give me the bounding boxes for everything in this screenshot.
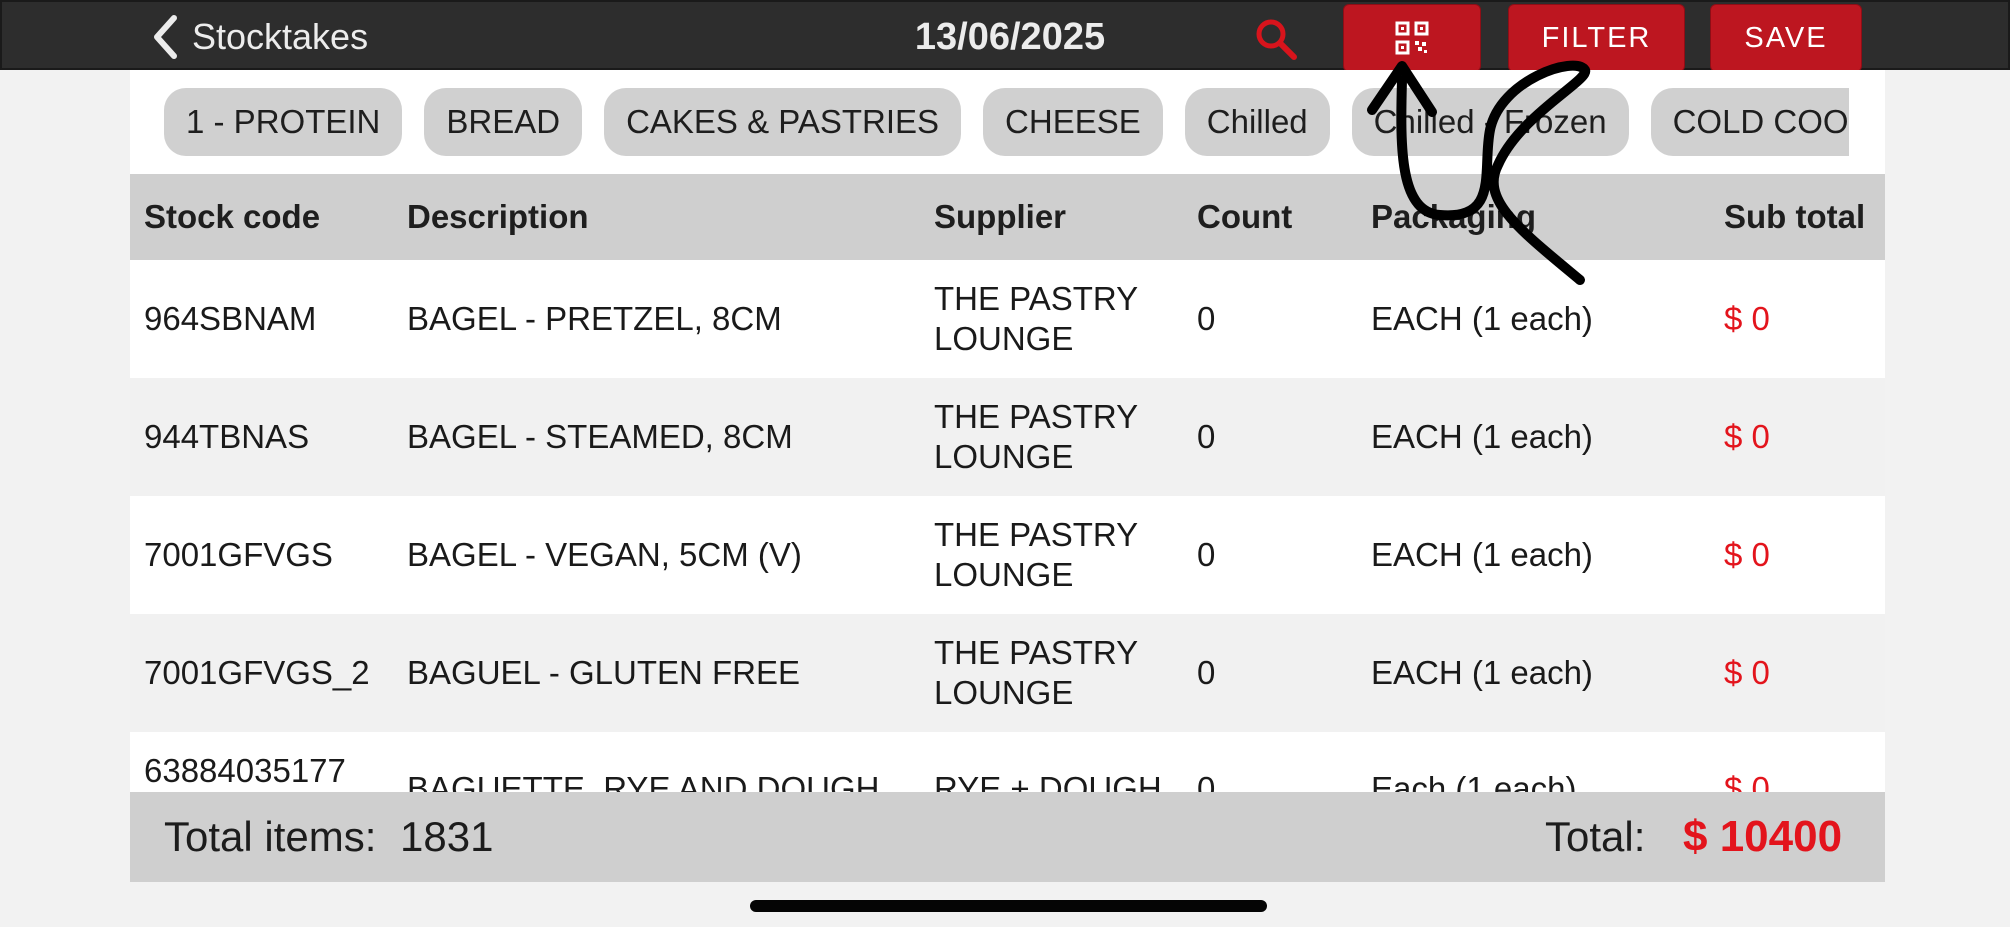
category-chip-chilled-frozen[interactable]: Chilled - Frozen bbox=[1351, 88, 1629, 156]
category-chips: 1 - PROTEIN BREAD CAKES & PASTRIES CHEES… bbox=[164, 88, 1849, 156]
header-supplier[interactable]: Supplier bbox=[934, 174, 1066, 260]
description-cell: BAGUEL - GLUTEN FREE bbox=[407, 654, 801, 691]
count-cell[interactable]: 0 bbox=[1197, 378, 1215, 496]
category-chip-cheese[interactable]: CHEESE bbox=[983, 88, 1163, 156]
count-cell[interactable]: 0 bbox=[1197, 260, 1215, 378]
description-cell: BAGUETTE, RYE AND DOUGH bbox=[407, 770, 880, 792]
count-cell[interactable]: 0 bbox=[1197, 732, 1215, 792]
table-header: Stock code Description Supplier Count Pa… bbox=[130, 174, 1885, 260]
count-cell[interactable]: 0 bbox=[1197, 496, 1215, 614]
totals-footer: Total items: 1831 Total: $ 10400 bbox=[130, 792, 1885, 882]
table-row[interactable]: 7001GFVGS_2 BAGUEL - GLUTEN FREE THE PAS… bbox=[130, 614, 1885, 732]
table-row[interactable]: 944TBNAS BAGEL - STEAMED, 8CM THE PASTRY… bbox=[130, 378, 1885, 496]
packaging-cell: EACH (1 each) bbox=[1371, 418, 1593, 455]
table-row[interactable]: 63884035177 BAGUETTE, RYE AND DOUGH RYE … bbox=[130, 732, 1885, 792]
description-cell: BAGEL - VEGAN, 5CM (V) bbox=[407, 536, 802, 573]
count-cell[interactable]: 0 bbox=[1197, 614, 1215, 732]
table-row[interactable]: 964SBNAM BAGEL - PRETZEL, 8CM THE PASTRY… bbox=[130, 260, 1885, 378]
sub-total-cell: $ 0 bbox=[1724, 654, 1770, 691]
sub-total-cell: $ 0 bbox=[1724, 536, 1770, 573]
header-sub-total[interactable]: Sub total bbox=[1724, 174, 1865, 260]
stocktake-date: 13/06/2025 bbox=[914, 16, 1106, 58]
back-button[interactable]: Stocktakes bbox=[144, 12, 368, 62]
total-items-value: 1831 bbox=[400, 813, 494, 860]
total-label: Total: bbox=[1545, 813, 1646, 860]
category-chip-bread[interactable]: BREAD bbox=[424, 88, 583, 156]
header-description[interactable]: Description bbox=[407, 174, 589, 260]
packaging-cell: EACH (1 each) bbox=[1371, 654, 1593, 691]
stock-table[interactable]: 964SBNAM BAGEL - PRETZEL, 8CM THE PASTRY… bbox=[130, 260, 1885, 792]
packaging-cell: Each (1 each) bbox=[1371, 770, 1577, 792]
packaging-cell: EACH (1 each) bbox=[1371, 536, 1593, 573]
filter-button[interactable]: FILTER bbox=[1508, 4, 1685, 72]
search-icon[interactable] bbox=[1252, 15, 1300, 63]
stock-code-cell: 964SBNAM bbox=[144, 300, 317, 337]
supplier-cell: THE PASTRY LOUNGE bbox=[934, 634, 1138, 711]
stock-code-cell: 63884035177 bbox=[144, 752, 346, 789]
stock-code-cell: 7001GFVGS bbox=[144, 536, 333, 573]
supplier-cell: THE PASTRY LOUNGE bbox=[934, 280, 1138, 357]
supplier-cell: THE PASTRY LOUNGE bbox=[934, 398, 1138, 475]
packaging-cell: EACH (1 each) bbox=[1371, 300, 1593, 337]
stock-code-cell: 944TBNAS bbox=[144, 418, 310, 455]
supplier-cell: THE PASTRY LOUNGE bbox=[934, 516, 1138, 593]
qr-code-icon bbox=[1395, 21, 1429, 55]
supplier-cell: RYE + DOUGH bbox=[934, 770, 1162, 792]
category-bar: 1 - PROTEIN BREAD CAKES & PASTRIES CHEES… bbox=[130, 70, 1885, 174]
scan-qr-button[interactable] bbox=[1343, 4, 1481, 72]
description-cell: BAGEL - PRETZEL, 8CM bbox=[407, 300, 782, 337]
header-count[interactable]: Count bbox=[1197, 174, 1292, 260]
category-chip-cold-coo[interactable]: COLD COO bbox=[1650, 88, 1849, 156]
category-chip-protein[interactable]: 1 - PROTEIN bbox=[164, 88, 403, 156]
table-row[interactable]: 7001GFVGS BAGEL - VEGAN, 5CM (V) THE PAS… bbox=[130, 496, 1885, 614]
chevron-left-icon bbox=[154, 15, 177, 59]
home-indicator[interactable] bbox=[750, 900, 1267, 912]
header-stock-code[interactable]: Stock code bbox=[144, 174, 320, 260]
total-items-label: Total items: bbox=[164, 813, 377, 860]
sub-total-cell: $ 0 bbox=[1724, 300, 1770, 337]
stock-code-cell: 7001GFVGS_2 bbox=[144, 654, 370, 691]
sub-total-cell: $ 0 bbox=[1724, 770, 1770, 792]
sub-total-cell: $ 0 bbox=[1724, 418, 1770, 455]
category-chip-chilled[interactable]: Chilled bbox=[1184, 88, 1330, 156]
top-bar: Stocktakes 13/06/2025 FILTER SAVE bbox=[0, 0, 2010, 72]
save-button[interactable]: SAVE bbox=[1710, 4, 1862, 72]
description-cell: BAGEL - STEAMED, 8CM bbox=[407, 418, 793, 455]
category-chip-cakes-pastries[interactable]: CAKES & PASTRIES bbox=[604, 88, 962, 156]
total-value: $ 10400 bbox=[1683, 812, 1843, 861]
back-label: Stocktakes bbox=[192, 16, 369, 57]
header-packaging[interactable]: Packaging bbox=[1371, 174, 1536, 260]
